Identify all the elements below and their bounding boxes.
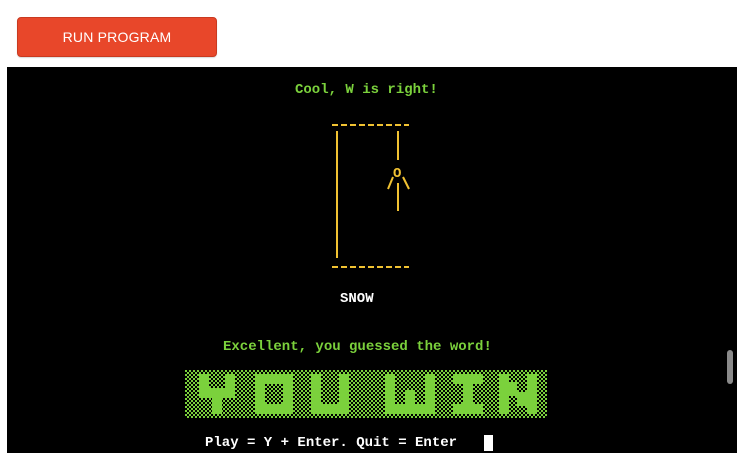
svg-text:O: O: [393, 166, 401, 182]
hangman-gallows-art: O: [332, 124, 410, 268]
revealed-word: SNOW: [340, 291, 374, 307]
toolbar: RUN PROGRAM: [0, 0, 750, 67]
win-message: Excellent, you guessed the word!: [223, 339, 492, 355]
run-program-button[interactable]: RUN PROGRAM: [17, 17, 217, 57]
you-win-banner: [185, 370, 547, 418]
feedback-text: Cool, W is right!: [295, 82, 438, 98]
text-cursor: [484, 435, 493, 451]
play-prompt: Play = Y + Enter. Quit = Enter: [205, 435, 458, 451]
scrollbar-thumb[interactable]: [727, 350, 733, 384]
scrollbar-track: [737, 67, 750, 453]
terminal[interactable]: Cool, W is right! O SNOW Excellent, you …: [7, 67, 737, 453]
